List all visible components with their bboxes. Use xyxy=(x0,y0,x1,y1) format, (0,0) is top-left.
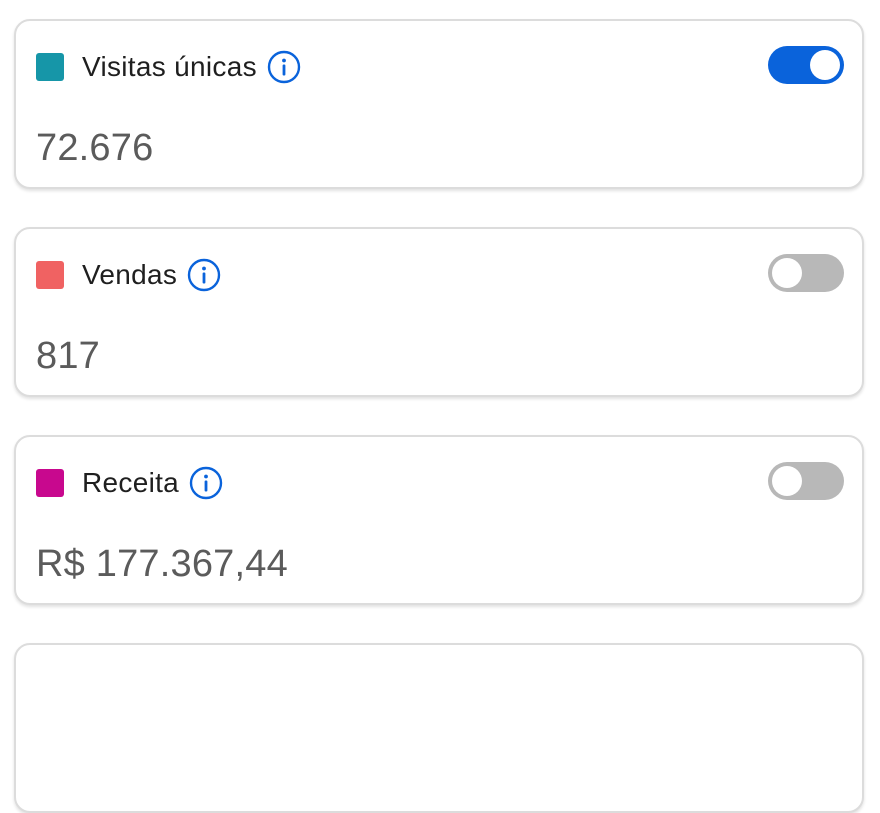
color-swatch xyxy=(36,53,64,81)
info-icon[interactable] xyxy=(187,258,221,292)
toggle-knob xyxy=(772,466,802,496)
metric-header: Visitas únicas xyxy=(82,47,301,87)
toggle-knob xyxy=(772,258,802,288)
info-icon[interactable] xyxy=(267,50,301,84)
metric-label: Visitas únicas xyxy=(82,51,257,82)
metric-toggle[interactable] xyxy=(768,46,844,84)
metric-card-partial xyxy=(14,643,864,813)
metric-value: R$ 177.367,44 xyxy=(36,543,288,585)
color-swatch xyxy=(36,261,64,289)
metric-label: Vendas xyxy=(82,259,178,290)
metric-header: Receita xyxy=(82,463,223,503)
info-icon[interactable] xyxy=(189,466,223,500)
color-swatch xyxy=(36,469,64,497)
metric-card-visitas-unicas: Visitas únicas 72.676 xyxy=(14,19,864,189)
metric-header: Vendas xyxy=(82,255,221,295)
metric-toggle[interactable] xyxy=(768,462,844,500)
metric-toggle[interactable] xyxy=(768,254,844,292)
toggle-knob xyxy=(810,50,840,80)
metric-label: Receita xyxy=(82,467,180,498)
metric-card-receita: Receita R$ 177.367,44 xyxy=(14,435,864,605)
metric-card-vendas: Vendas 817 xyxy=(14,227,864,397)
metric-value: 72.676 xyxy=(36,127,154,169)
metric-value: 817 xyxy=(36,335,101,377)
